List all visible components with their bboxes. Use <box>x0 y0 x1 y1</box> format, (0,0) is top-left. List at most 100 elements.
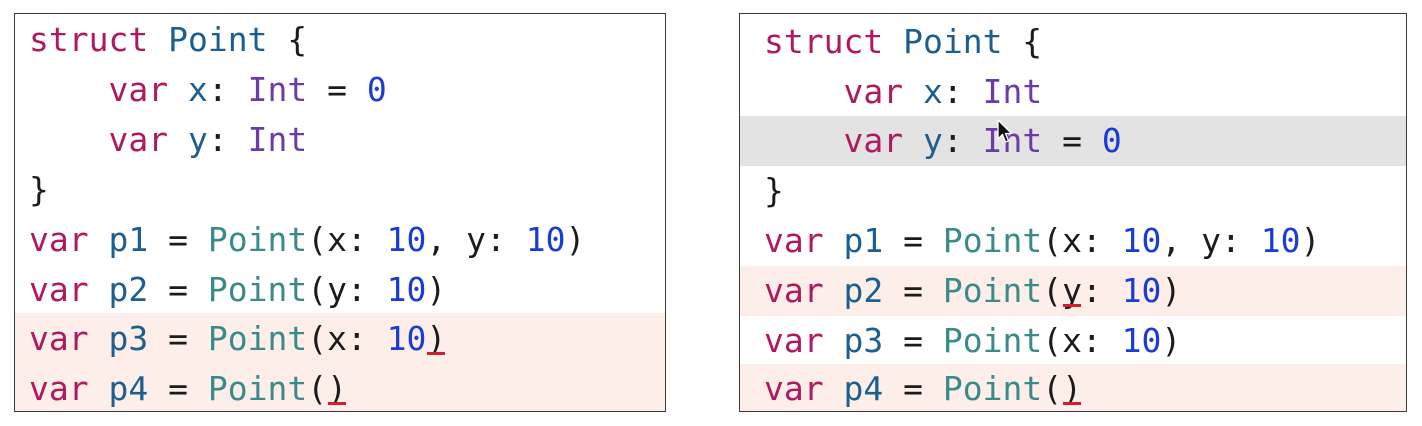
keyword-struct: struct <box>764 22 884 61</box>
open-paren: ( <box>1042 221 1063 260</box>
code-panel-right: struct Point { var x: Int var y: Int = 0… <box>739 13 1407 412</box>
error-underline-paren: ) <box>327 364 347 411</box>
property-name: y <box>187 120 208 159</box>
number-literal: 0 <box>366 70 387 109</box>
property-name: x <box>187 70 208 109</box>
assign-operator: = <box>148 220 208 259</box>
close-paren: ) <box>565 220 586 259</box>
variable-name: p3 <box>108 319 149 358</box>
close-brace: } <box>29 170 49 209</box>
initializer-call: Point <box>942 321 1043 360</box>
number-literal: 10 <box>1121 271 1162 310</box>
number-literal: 10 <box>386 319 427 358</box>
colon: : <box>942 121 983 160</box>
code-line: var x: Int <box>740 67 1406 117</box>
variable-name: p2 <box>843 271 884 310</box>
code-line: } <box>15 165 665 215</box>
type-name: Int <box>247 120 308 159</box>
open-paren: ( <box>1042 369 1063 408</box>
close-paren: ) <box>1161 321 1182 360</box>
argument-label: y: <box>327 270 387 309</box>
struct-name: Point <box>168 20 268 59</box>
keyword-var: var <box>764 221 824 260</box>
variable-name: p1 <box>108 220 149 259</box>
close-brace: } <box>764 171 784 210</box>
keyword-var: var <box>764 321 824 360</box>
close-paren: ) <box>1161 271 1182 310</box>
assign-operator: = <box>1042 121 1102 160</box>
number-literal: 10 <box>1121 321 1162 360</box>
keyword-struct: struct <box>29 20 149 59</box>
keyword-var: var <box>29 270 89 309</box>
assign-operator: = <box>307 70 367 109</box>
number-literal: 10 <box>525 220 566 259</box>
colon: : <box>207 120 248 159</box>
argument-label: x: <box>1062 321 1122 360</box>
error-underline-label: y <box>1062 266 1082 316</box>
initializer-call: Point <box>207 270 308 309</box>
argument-label: , y: <box>426 220 526 259</box>
assign-operator: = <box>883 369 943 408</box>
initializer-call: Point <box>207 220 308 259</box>
argument-label: x: <box>1062 221 1122 260</box>
keyword-var: var <box>108 120 169 159</box>
keyword-var: var <box>843 72 904 111</box>
error-underline-paren: ) <box>426 313 446 364</box>
initializer-call: Point <box>207 369 308 408</box>
keyword-var: var <box>843 121 904 160</box>
property-name: x <box>922 72 943 111</box>
open-brace: { <box>1002 22 1043 61</box>
code-line: } <box>740 166 1406 216</box>
variable-name: p2 <box>108 270 149 309</box>
type-name: Int <box>247 70 308 109</box>
keyword-var: var <box>29 369 89 408</box>
variable-name: p1 <box>843 221 884 260</box>
open-paren: ( <box>1042 271 1063 310</box>
number-literal: 0 <box>1101 121 1122 160</box>
number-literal: 10 <box>386 220 427 259</box>
code-line-error: var p4 = Point() <box>740 364 1406 411</box>
assign-operator: = <box>883 271 943 310</box>
keyword-var: var <box>764 369 824 408</box>
struct-name: Point <box>903 22 1003 61</box>
keyword-var: var <box>108 70 169 109</box>
code-line-error: var p4 = Point() <box>15 364 665 411</box>
open-paren: ( <box>307 319 328 358</box>
code-line: var p2 = Point(y: 10) <box>15 265 665 315</box>
code-panel-left: struct Point { var x: Int = 0 var y: Int… <box>14 13 666 412</box>
argument-label: x: <box>327 319 387 358</box>
error-underline-paren: ) <box>1062 364 1082 411</box>
code-line: var p1 = Point(x: 10, y: 10) <box>740 216 1406 266</box>
open-paren: ( <box>307 220 328 259</box>
code-line: var x: Int = 0 <box>15 65 665 115</box>
assign-operator: = <box>148 369 208 408</box>
close-paren: ) <box>426 270 447 309</box>
number-literal: 10 <box>1121 221 1162 260</box>
variable-name: p4 <box>843 369 884 408</box>
initializer-call: Point <box>942 369 1043 408</box>
open-paren: ( <box>307 369 328 408</box>
code-line-error: var p3 = Point(x: 10) <box>15 313 665 364</box>
assign-operator: = <box>883 221 943 260</box>
colon: : <box>207 70 248 109</box>
code-line: var p3 = Point(x: 10) <box>740 316 1406 366</box>
code-line: var y: Int <box>15 115 665 165</box>
code-line-error: var p2 = Point(y: 10) <box>740 266 1406 316</box>
code-line-current: var y: Int = 0 <box>740 116 1406 166</box>
number-literal: 10 <box>386 270 427 309</box>
type-name: Int <box>982 72 1043 111</box>
open-paren: ( <box>307 270 328 309</box>
colon: : <box>1081 271 1122 310</box>
initializer-call: Point <box>942 221 1043 260</box>
argument-label: , y: <box>1161 221 1261 260</box>
colon: : <box>942 72 983 111</box>
variable-name: p4 <box>108 369 149 408</box>
code-line: struct Point { <box>740 17 1406 67</box>
variable-name: p3 <box>843 321 884 360</box>
open-paren: ( <box>1042 321 1063 360</box>
open-brace: { <box>267 20 308 59</box>
keyword-var: var <box>764 271 824 310</box>
argument-label: x: <box>327 220 387 259</box>
